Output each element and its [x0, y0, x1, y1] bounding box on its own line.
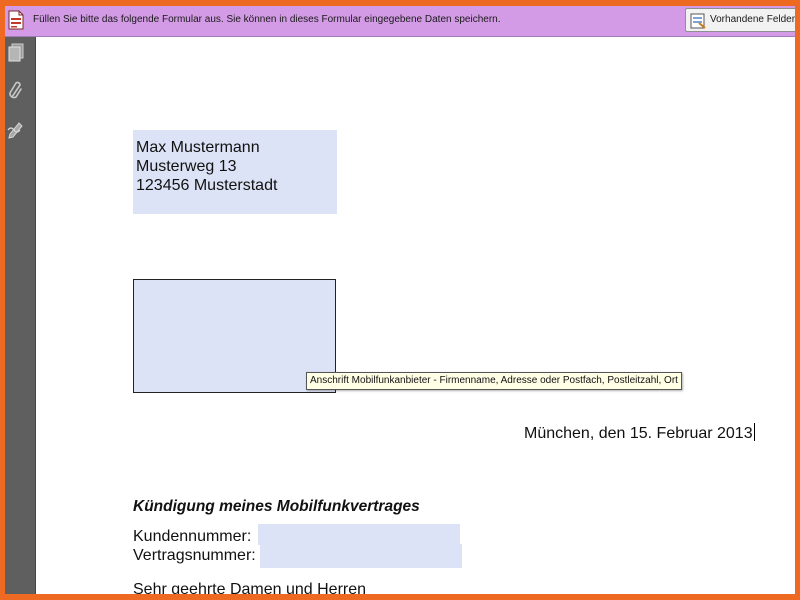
- form-notification-message: Füllen Sie bitte das folgende Formular a…: [33, 14, 501, 25]
- pdf-document-page: Max Mustermann Musterweg 13 123456 Muste…: [36, 37, 795, 594]
- letter-greeting: Sehr geehrte Damen und Herren: [133, 581, 367, 594]
- pages-icon[interactable]: [7, 43, 25, 63]
- recipient-field-tooltip: Anschrift Mobilfunkanbieter - Firmenname…: [306, 372, 682, 390]
- contract-number-label: Vertragsnummer:: [133, 547, 256, 564]
- date-line-field[interactable]: München, den 15. Februar 2013: [524, 423, 755, 443]
- date-line-text: München, den 15. Februar 2013: [524, 425, 753, 442]
- text-cursor: [753, 423, 755, 441]
- signature-pen-icon[interactable]: [7, 119, 25, 139]
- highlight-fields-icon: [690, 13, 706, 29]
- attachment-paperclip-icon[interactable]: [7, 81, 25, 101]
- sender-address-field[interactable]: Max Mustermann Musterweg 13 123456 Muste…: [133, 130, 337, 214]
- sender-street: Musterweg 13: [136, 158, 237, 175]
- form-notification-bar: Füllen Sie bitte das folgende Formular a…: [5, 6, 795, 37]
- sender-name: Max Mustermann: [136, 139, 260, 156]
- app-window: Füllen Sie bitte das folgende Formular a…: [5, 6, 795, 594]
- sender-city: 123456 Musterstadt: [136, 177, 278, 194]
- pdf-form-icon: [8, 10, 24, 30]
- highlight-fields-label: Vorhandene Felder: [710, 14, 795, 25]
- letter-subject: Kündigung meines Mobilfunkvertrages: [133, 498, 420, 515]
- navigation-panel: [5, 37, 36, 594]
- customer-number-field[interactable]: [258, 524, 460, 545]
- customer-number-label: Kundennummer:: [133, 528, 252, 545]
- contract-number-field[interactable]: [260, 544, 462, 568]
- highlight-existing-fields-button[interactable]: Vorhandene Felder: [685, 8, 795, 32]
